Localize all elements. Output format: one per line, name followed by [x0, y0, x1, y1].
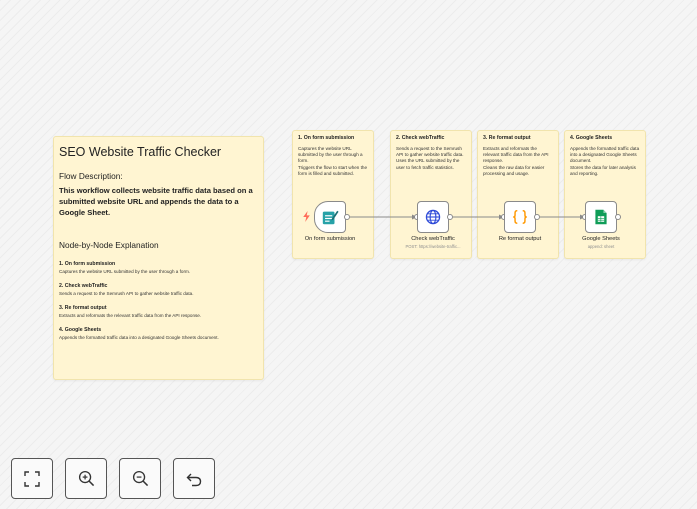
node-explanation-list: 1. On form submission Captures the websi…: [59, 261, 258, 341]
list-item-desc: Appends the formatted traffic data into …: [59, 335, 219, 340]
list-item: 1. On form submission Captures the websi…: [59, 261, 258, 275]
list-item-title: 3. Re format output: [59, 305, 107, 311]
sticky-note-title: 3. Re format output: [483, 135, 531, 141]
code-braces-icon: [513, 209, 527, 225]
node-subtitle: append: sheet: [587, 244, 615, 249]
list-item: 2. Check webTraffic Sends a request to t…: [59, 283, 258, 297]
list-item-title: 4. Google Sheets: [59, 327, 102, 333]
sticky-note-title: 1. On form submission: [298, 135, 355, 141]
node-output-port[interactable]: [344, 214, 350, 220]
google-sheets-icon: [595, 209, 607, 225]
sticky-note-text: Appends the formatted traffic data into …: [570, 146, 640, 176]
main-sticky-note[interactable]: SEO Website Traffic Checker Flow Descrip…: [53, 136, 264, 380]
note-title: SEO Website Traffic Checker: [59, 145, 222, 159]
node-on-form-submission[interactable]: [314, 201, 346, 233]
form-icon: [322, 210, 339, 225]
sticky-note-text: Extracts and reformats the relevant traf…: [483, 146, 549, 176]
sticky-note-text: Captures the website URL submitted by th…: [298, 146, 368, 176]
node-explanation-heading: Node-by-Node Explanation: [59, 240, 159, 250]
list-item-desc: Sends a request to the Semrush API to ga…: [59, 291, 194, 296]
list-item: 3. Re format output Extracts and reforma…: [59, 305, 258, 319]
node-label: On form submission: [304, 236, 356, 242]
list-item-desc: Extracts and reformats the relevant traf…: [59, 313, 202, 318]
list-item-title: 1. On form submission: [59, 261, 116, 267]
undo-icon: [186, 473, 202, 486]
node-subtitle: POST: https://website-traffic...: [405, 244, 461, 249]
list-item: 4. Google Sheets Appends the formatted t…: [59, 327, 258, 341]
node-label: Google Sheets: [582, 236, 620, 242]
globe-icon: [425, 209, 441, 225]
sticky-note-text: Sends a request to the Semrush API to ga…: [396, 146, 464, 170]
node-check-webtraffic[interactable]: [417, 201, 449, 233]
node-re-format-output[interactable]: [504, 201, 536, 233]
node-label: Re format output: [498, 236, 542, 242]
undo-button[interactable]: [173, 458, 215, 499]
node-output-port[interactable]: [534, 214, 540, 220]
zoom-in-icon: [78, 470, 94, 487]
node-output-port[interactable]: [447, 214, 453, 220]
lightning-icon: [303, 211, 310, 222]
flow-description-label: Flow Description:: [59, 171, 123, 181]
node-output-port[interactable]: [615, 214, 621, 220]
zoom-in-button[interactable]: [65, 458, 107, 499]
zoom-out-button[interactable]: [119, 458, 161, 499]
node-label: Check webTraffic: [411, 236, 455, 242]
fit-view-button[interactable]: [11, 458, 53, 499]
node-google-sheets[interactable]: [585, 201, 617, 233]
list-item-desc: Captures the website URL submitted by th…: [59, 269, 191, 274]
sticky-note-title: 4. Google Sheets: [570, 135, 613, 141]
sticky-note-title: 2. Check webTraffic: [396, 135, 445, 141]
zoom-out-icon: [132, 470, 148, 487]
fit-view-icon: [24, 470, 40, 487]
flow-description-text: This workflow collects website traffic d…: [59, 186, 253, 217]
list-item-title: 2. Check webTraffic: [59, 283, 108, 289]
